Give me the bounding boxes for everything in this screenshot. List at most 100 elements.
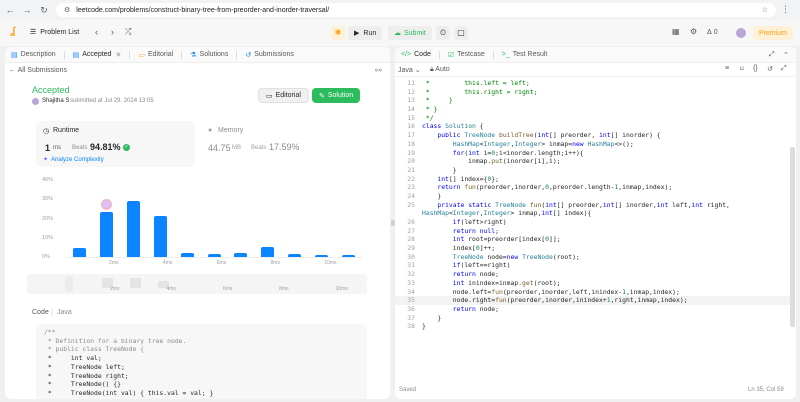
reset-icon[interactable]: ↺ — [767, 65, 773, 73]
format-icon[interactable]: ≡ — [725, 65, 729, 72]
editor-line[interactable]: 18 HashMap<Integer,Integer> inmap=new Ha… — [395, 140, 790, 149]
shuffle-icon[interactable]: ⤮ — [125, 27, 131, 37]
tab-submissions[interactable]: ↺ Submissions — [245, 51, 294, 59]
editor-line[interactable]: 13 * } — [395, 96, 790, 105]
site-settings-icon[interactable]: ⚙ — [64, 6, 70, 14]
editor-line[interactable]: 21 } — [395, 166, 790, 175]
layout-icon[interactable]: ▦ — [672, 27, 680, 36]
chart-bar[interactable] — [126, 201, 140, 257]
collapse-icon[interactable]: ⌃ — [783, 51, 789, 59]
memory-label: Memory — [218, 127, 244, 134]
editor-line[interactable]: 11 * this.left = left; — [395, 79, 790, 88]
runtime-card[interactable]: ◷ Runtime 1 ms Beats 94.81% ✓ ✦ Analyze C… — [36, 121, 195, 167]
editor-line[interactable]: 38} — [395, 322, 790, 331]
editor-line[interactable]: HashMap<Integer,Integer> inmap,int[] ind… — [395, 209, 790, 218]
editor-line[interactable]: 15 */ — [395, 114, 790, 123]
editor-line[interactable]: 16 class Solution { — [395, 122, 790, 131]
list-icon: ☰ — [30, 29, 37, 36]
editor-line[interactable]: 29 index[0]++; — [395, 244, 790, 253]
editor-line[interactable]: 20 inmap.put(inorder[i],i); — [395, 157, 790, 166]
memory-beats-label: Beats — [251, 145, 267, 151]
editor-line[interactable]: 26 if(left>right) — [395, 218, 790, 227]
premium-button[interactable]: Premium — [753, 26, 794, 40]
star-icon[interactable]: ☆ — [762, 6, 768, 14]
editor-line[interactable]: 23 return fun(preorder,inorder,0,preorde… — [395, 183, 790, 192]
bookmark-icon[interactable]: ⌑ — [740, 65, 744, 73]
line-number: 25 — [407, 200, 415, 209]
next-problem-icon[interactable]: › — [111, 27, 114, 37]
chart-bar[interactable] — [342, 255, 356, 257]
submitter-name[interactable]: Shajitha S — [42, 98, 69, 104]
leetcode-logo-icon[interactable]: ʆ — [10, 26, 20, 38]
reload-icon[interactable]: ↻ — [37, 3, 51, 17]
editor-line[interactable]: 32 return node; — [395, 270, 790, 279]
chart-range-overview[interactable]: 2ms 4ms 6ms 8ms 10ms — [27, 274, 367, 294]
avatar[interactable] — [736, 28, 746, 38]
editor-line[interactable]: 25 private static TreeNode fun(int[] pre… — [395, 201, 790, 210]
editor-line[interactable]: 35 node.right=fun(preorder,inorder,inind… — [395, 296, 790, 305]
analyze-complexity-link[interactable]: ✦ Analyze Complexity — [43, 156, 104, 163]
tab-code[interactable]: </> Code — [401, 51, 431, 58]
auto-mode[interactable]: 🔒︎ Auto — [430, 66, 450, 74]
editor-line[interactable]: 31 if(left==right) — [395, 261, 790, 270]
editor-line[interactable]: 22 int[] index={0}; — [395, 175, 790, 184]
tab-editorial[interactable]: ▭ Editorial — [138, 51, 173, 59]
close-icon[interactable]: ✕ — [115, 51, 121, 59]
chart-bar[interactable] — [180, 253, 194, 257]
editor-line[interactable]: 33 int inindex=inmap.get(root); — [395, 279, 790, 288]
chart-bar[interactable] — [99, 211, 113, 257]
editor-line[interactable]: 24 } — [395, 192, 790, 201]
chart-bar[interactable] — [72, 248, 86, 257]
back-all-submissions[interactable]: ← All Submissions — [9, 67, 67, 74]
streak-counter[interactable]: ᐃ0 — [707, 28, 718, 37]
chart-bar[interactable] — [234, 253, 248, 257]
expand-icon[interactable]: ⤢ — [769, 51, 775, 59]
timer-icon[interactable]: ⏲ — [436, 26, 450, 40]
chart-bar[interactable] — [288, 254, 302, 257]
address-bar[interactable]: ⚙ leetcode.com/problems/construct-binary… — [56, 3, 776, 17]
tab-accepted[interactable]: ▤ Accepted ✕ — [73, 51, 122, 59]
debug-icon[interactable]: ✱ — [331, 26, 345, 40]
prev-problem-icon[interactable]: ‹ — [95, 27, 98, 37]
memory-card[interactable]: ● Memory 44.75 MB Beats 17.59% — [203, 121, 363, 167]
editor-line[interactable]: 34 node.left=fun(preorder,inorder,left,i… — [395, 288, 790, 297]
notes-icon[interactable]: ▢ — [454, 26, 468, 40]
editor-line[interactable]: 36 return node; — [395, 305, 790, 314]
chart-bar[interactable] — [153, 215, 167, 257]
problem-list-button[interactable]: ☰ Problem List — [30, 28, 79, 37]
your-submission-marker[interactable] — [100, 198, 112, 210]
editorial-button[interactable]: ▭ Editorial — [258, 88, 309, 103]
chart-bar[interactable] — [207, 254, 221, 257]
back-arrow-icon[interactable]: ← — [3, 3, 17, 17]
editor-line[interactable]: 27 return null; — [395, 227, 790, 236]
user-avatar[interactable] — [32, 98, 39, 105]
runtime-distribution-chart[interactable]: 40% 30% 20% 10% 0% 2ms 4ms 6ms 8ms 10ms — [36, 176, 366, 276]
chart-bar[interactable] — [315, 255, 329, 257]
editor-line[interactable]: 30 TreeNode node=new TreeNode(root); — [395, 253, 790, 262]
editor-line[interactable]: 12 * this.right = right; — [395, 88, 790, 97]
code-editor[interactable]: 11 * this.left = left; 12 * this.right = … — [395, 79, 790, 381]
braces-icon[interactable]: {} — [753, 65, 758, 72]
solution-button[interactable]: ✎ Solution — [312, 88, 361, 103]
link-icon[interactable]: ⚯ — [375, 66, 382, 75]
chart-bar[interactable] — [261, 247, 275, 257]
tab-testcase[interactable]: ☑ Testcase — [448, 51, 485, 59]
editor-scrollbar[interactable] — [790, 147, 795, 327]
tab-description[interactable]: ▤ Description — [11, 51, 56, 59]
forward-arrow-icon[interactable]: → — [20, 3, 34, 17]
settings-icon[interactable]: ⚙ — [690, 27, 697, 36]
editor-line[interactable]: 19 for(int i=0;i<inorder.length;i++){ — [395, 149, 790, 158]
browser-menu-icon[interactable]: ⋮ — [781, 4, 790, 15]
language-select[interactable]: Java ⌄ — [398, 66, 421, 74]
editor-line[interactable]: 17 public TreeNode buildTree(int[] preor… — [395, 131, 790, 140]
editor-line[interactable]: 37 } — [395, 314, 790, 323]
tab-test-result[interactable]: >_ Test Result — [502, 51, 548, 58]
submitted-code-block[interactable]: /** * Definition for a binary tree node.… — [36, 324, 367, 399]
overview-range-handle[interactable] — [65, 276, 73, 292]
submit-button[interactable]: ☁ Submit — [388, 26, 432, 40]
tab-solutions[interactable]: ⚗ Solutions — [190, 51, 228, 59]
editor-line[interactable]: 28 int root=preorder[index[0]]; — [395, 235, 790, 244]
run-button[interactable]: ▶ Run — [348, 26, 383, 40]
editor-line[interactable]: 14 * } — [395, 105, 790, 114]
fullscreen-icon[interactable]: ⤢ — [781, 65, 787, 73]
